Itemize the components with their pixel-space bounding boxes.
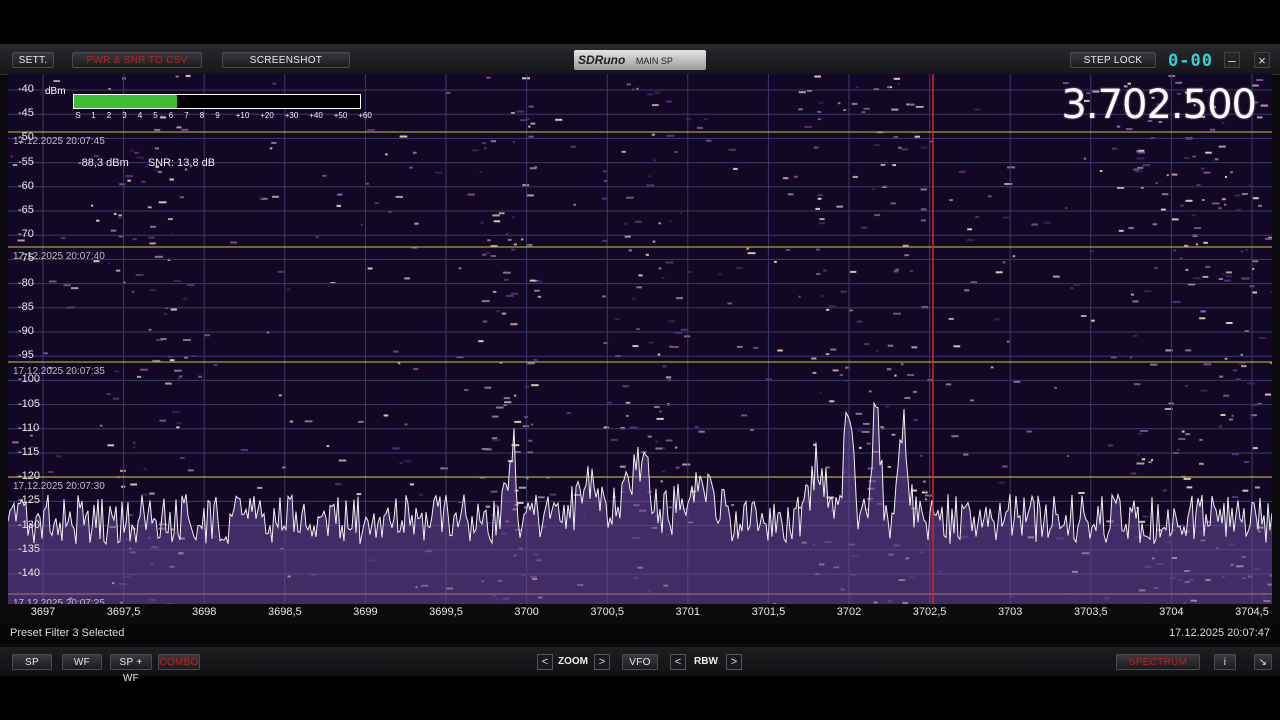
top-toolbar: SETT. PWR & SNR TO CSV SCREENSHOT SDRuno… xyxy=(0,44,1280,75)
power-snr-readout: -88,3 dBm SNR: 13,8 dB xyxy=(78,157,231,169)
frequency-tick-label: 3703,5 xyxy=(1073,606,1108,618)
bottom-toolbar: SP WF SP + WF COMBO < ZOOM > VFO < RBW >… xyxy=(0,647,1280,684)
frequency-tick-label: 3701,5 xyxy=(751,606,786,618)
step-digits-display: 0-00 xyxy=(1168,51,1213,71)
zoom-right-icon[interactable]: > xyxy=(594,654,610,670)
frequency-tick-label: 3697 xyxy=(30,606,56,618)
zoom-left-icon[interactable]: < xyxy=(537,654,553,670)
vfo-frequency-display[interactable]: 3.702.500 xyxy=(1061,82,1257,128)
rbw-right-icon[interactable]: > xyxy=(726,654,742,670)
s-meter-scale-label: 9 xyxy=(215,111,220,120)
s-meter-scale-label: S xyxy=(75,111,81,120)
status-message: Preset Filter 3 Selected xyxy=(10,627,125,639)
settings-button[interactable]: SETT. xyxy=(12,52,54,68)
s-meter-scale-label: +60 xyxy=(358,111,372,120)
waterfall-timestamp: 17.12.2025 20:07:40 xyxy=(13,251,105,262)
frequency-tick-label: 3698 xyxy=(191,606,217,618)
db-scale-label: -130 xyxy=(18,518,41,531)
vfo-button[interactable]: VFO xyxy=(622,654,658,670)
wf-button[interactable]: WF xyxy=(62,654,102,670)
logo-brand: SDRuno xyxy=(578,53,626,67)
frequency-tick-label: 3704,5 xyxy=(1235,606,1269,618)
sdruno-logo: SDRuno MAIN SP xyxy=(574,50,706,70)
close-icon[interactable]: × xyxy=(1254,52,1270,68)
frequency-tick-label: 3700 xyxy=(514,606,539,618)
db-scale-label: -55 xyxy=(18,155,34,168)
s-meter-level xyxy=(74,95,177,108)
waterfall-timestamp: 17.12.2025 20:07:35 xyxy=(13,366,105,377)
s-meter-scale-label: +20 xyxy=(260,111,274,120)
db-scale-label: -60 xyxy=(18,179,34,192)
frequency-tick-label: 3699,5 xyxy=(429,606,463,618)
db-scale-label: -105 xyxy=(18,397,41,410)
dbm-unit-label: dBm xyxy=(45,86,66,97)
waterfall-timestamp: 17.12.2025 20:07:30 xyxy=(13,481,105,492)
zoom-label: ZOOM xyxy=(558,656,588,667)
snr-value: SNR: 13,8 dB xyxy=(147,157,216,169)
spectrum-button[interactable]: SPECTRUM xyxy=(1116,654,1200,670)
rbw-label: RBW xyxy=(694,656,718,667)
frequency-axis: 3697 3697,5 3698 3698,5 3699 3699,5 3700 3700,5… xyxy=(8,604,1272,622)
resize-icon[interactable]: ↘ xyxy=(1254,654,1272,670)
frequency-tick-label: 3704 xyxy=(1159,606,1184,618)
s-meter-scale-label: 5 xyxy=(153,111,158,120)
waterfall-timestamp: 17.12.2025 20:07:45 xyxy=(13,136,105,147)
s-meter-scale-label: 3 xyxy=(122,111,127,120)
power-value: -88,3 dBm xyxy=(78,157,129,169)
db-scale-label: -40 xyxy=(18,83,34,95)
db-scale-label: -135 xyxy=(18,542,41,555)
db-scale-label: -140 xyxy=(18,567,41,579)
pwr-snr-csv-button[interactable]: PWR & SNR TO CSV xyxy=(72,52,202,68)
sp-button[interactable]: SP xyxy=(12,654,52,670)
db-scale-label: -95 xyxy=(18,349,34,362)
s-meter-scale-label: +50 xyxy=(333,111,348,120)
frequency-tick-label: 3702,5 xyxy=(912,606,947,618)
combo-button[interactable]: COMBO xyxy=(158,654,200,670)
frequency-tick-label: 3699 xyxy=(353,606,378,618)
spectrum-waterfall-display[interactable]: dBm S 1 2 3 4 5 6 7 8 9 +10 +20 +30 +40 +50 +60 -88,3 d… xyxy=(8,74,1272,604)
s-meter-bar xyxy=(73,94,361,109)
s-meter-scale-label: 8 xyxy=(199,111,205,120)
status-bar: Preset Filter 3 Selected 17.12.2025 20:0… xyxy=(0,624,1280,644)
s-meter-scale-label: 4 xyxy=(137,111,143,120)
db-scale-label: -65 xyxy=(18,204,34,216)
frequency-tick-label: 3700,5 xyxy=(590,606,625,618)
frequency-tick-label: 3697,5 xyxy=(106,606,141,618)
sp-wf-button[interactable]: SP + WF xyxy=(110,654,152,684)
db-scale-label: -80 xyxy=(18,276,34,289)
logo-panel-name: MAIN SP xyxy=(635,56,673,66)
frequency-tick-label: 3698,5 xyxy=(267,606,302,618)
s-meter-scale-label: 6 xyxy=(168,111,174,120)
frequency-tick-label: 3701 xyxy=(675,606,701,618)
db-scale-label: -85 xyxy=(18,300,34,313)
sdruno-main-sp-window: SETT. PWR & SNR TO CSV SCREENSHOT SDRuno… xyxy=(0,44,1280,684)
s-meter-scale-label: 7 xyxy=(184,111,189,120)
db-scale-label: -125 xyxy=(18,494,41,507)
s-meter-scale-label: +30 xyxy=(284,111,299,120)
s-meter-scale-label: +10 xyxy=(235,111,250,120)
info-button[interactable]: i xyxy=(1214,654,1236,670)
status-datetime: 17.12.2025 20:07:47 xyxy=(1169,627,1270,639)
s-meter-scale-label: 1 xyxy=(91,111,96,120)
frequency-tick-label: 3702 xyxy=(836,606,862,618)
s-meter-scale-label: +40 xyxy=(309,111,323,120)
rbw-left-icon[interactable]: < xyxy=(670,654,686,670)
spectrum-canvas xyxy=(8,74,1272,604)
s-meter-scale-label: 2 xyxy=(106,111,112,120)
db-scale-label: -90 xyxy=(18,325,34,337)
spectrum-fill xyxy=(8,403,1272,604)
minimize-icon[interactable]: – xyxy=(1224,52,1240,68)
db-scale-label: -45 xyxy=(18,107,34,120)
db-scale-label: -110 xyxy=(18,421,40,434)
db-scale-label: -70 xyxy=(18,228,34,241)
screenshot-button[interactable]: SCREENSHOT xyxy=(222,52,350,68)
step-lock-button[interactable]: STEP LOCK xyxy=(1070,52,1156,68)
frequency-tick-label: 3703 xyxy=(997,606,1023,618)
db-scale-label: -115 xyxy=(18,446,40,458)
